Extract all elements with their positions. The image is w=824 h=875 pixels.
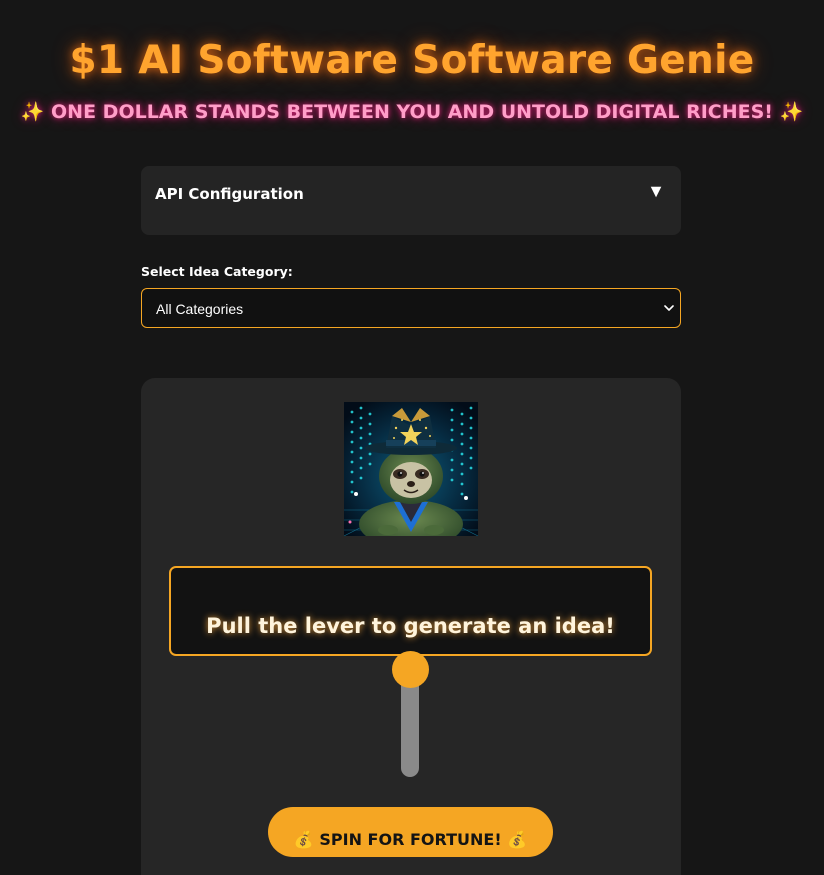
idea-display: Pull the lever to generate an idea! [169, 566, 652, 656]
category-select-value: All Categories [156, 301, 244, 317]
category-select[interactable]: All Categories [141, 288, 681, 328]
expand-toggle-icon[interactable]: ▼ [647, 181, 665, 202]
api-configuration-title[interactable]: API Configuration [155, 185, 304, 203]
chevron-down-icon [664, 305, 674, 311]
slot-machine-panel: Pull the lever to generate an idea! 💰 SP… [141, 378, 681, 875]
page: $1 AI Software Software Genie ✨ ONE DOLL… [0, 0, 824, 875]
category-label: Select Idea Category: [141, 264, 293, 279]
spin-button-label: 💰 SPIN FOR FORTUNE! 💰 [293, 830, 528, 849]
api-configuration-panel[interactable]: API Configuration ▼ [141, 166, 681, 235]
lever-handle[interactable] [392, 651, 429, 688]
page-subtitle: ✨ ONE DOLLAR STANDS BETWEEN YOU AND UNTO… [20, 101, 804, 123]
genie-sloth-avatar [344, 402, 478, 536]
page-title: $1 AI Software Software Genie [69, 38, 755, 83]
idea-display-text: Pull the lever to generate an idea! [206, 614, 615, 638]
spin-for-fortune-button[interactable]: 💰 SPIN FOR FORTUNE! 💰 [268, 807, 553, 857]
